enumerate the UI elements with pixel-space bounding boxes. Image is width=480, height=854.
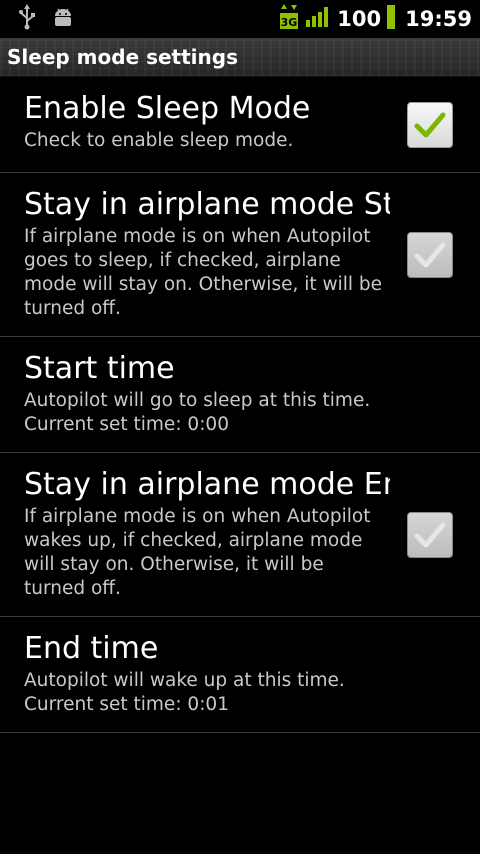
setting-summary: Autopilot will wake up at this time. Cur… [24,669,390,717]
setting-summary-line: Autopilot will wake up at this time. [24,670,345,691]
setting-summary: Check to enable sleep mode. [24,130,294,151]
page-title: Sleep mode settings [7,45,238,69]
enable-sleep-mode-checkbox[interactable] [407,102,453,148]
3g-icon: 3G [279,4,299,34]
signal-icon [305,6,331,32]
setting-title: Start time [24,351,175,386]
setting-summary: If airplane mode is on when Autopilot wa… [24,506,371,599]
usb-icon [18,4,36,34]
setting-start-time[interactable]: Start time Autopilot will go to sleep at… [0,337,480,453]
android-debug-icon [52,6,74,32]
setting-summary-line: Autopilot will go to sleep at this time. [24,390,371,411]
clock: 19:59 [405,7,472,31]
setting-title: Stay in airplane mode End [24,467,390,502]
stay-airplane-end-checkbox[interactable] [407,512,453,558]
checkmark-icon [414,112,446,138]
setting-summary: If airplane mode is on when Autopilot go… [24,226,383,319]
battery-icon [387,5,396,33]
setting-title: Enable Sleep Mode [24,91,311,126]
checkmark-icon [414,242,446,268]
setting-title: End time [24,631,159,666]
current-set-time: Current set time: 0:00 [24,414,229,435]
setting-stay-airplane-start[interactable]: Stay in airplane mode Start If airplane … [0,173,480,337]
battery-percent: 100 [337,7,382,31]
checkmark-icon [414,522,446,548]
setting-enable-sleep-mode[interactable]: Enable Sleep Mode Check to enable sleep … [0,77,480,173]
stay-airplane-start-checkbox[interactable] [407,232,453,278]
setting-stay-airplane-end[interactable]: Stay in airplane mode End If airplane mo… [0,453,480,617]
setting-summary: Autopilot will go to sleep at this time.… [24,389,390,437]
status-bar: 3G 100 19:59 [0,0,480,38]
title-bar: Sleep mode settings [0,38,480,77]
setting-end-time[interactable]: End time Autopilot will wake up at this … [0,617,480,733]
settings-list: Enable Sleep Mode Check to enable sleep … [0,77,480,733]
current-set-time: Current set time: 0:01 [24,694,229,715]
setting-title: Stay in airplane mode Start [24,187,390,222]
network-type-label: 3G [281,16,298,29]
